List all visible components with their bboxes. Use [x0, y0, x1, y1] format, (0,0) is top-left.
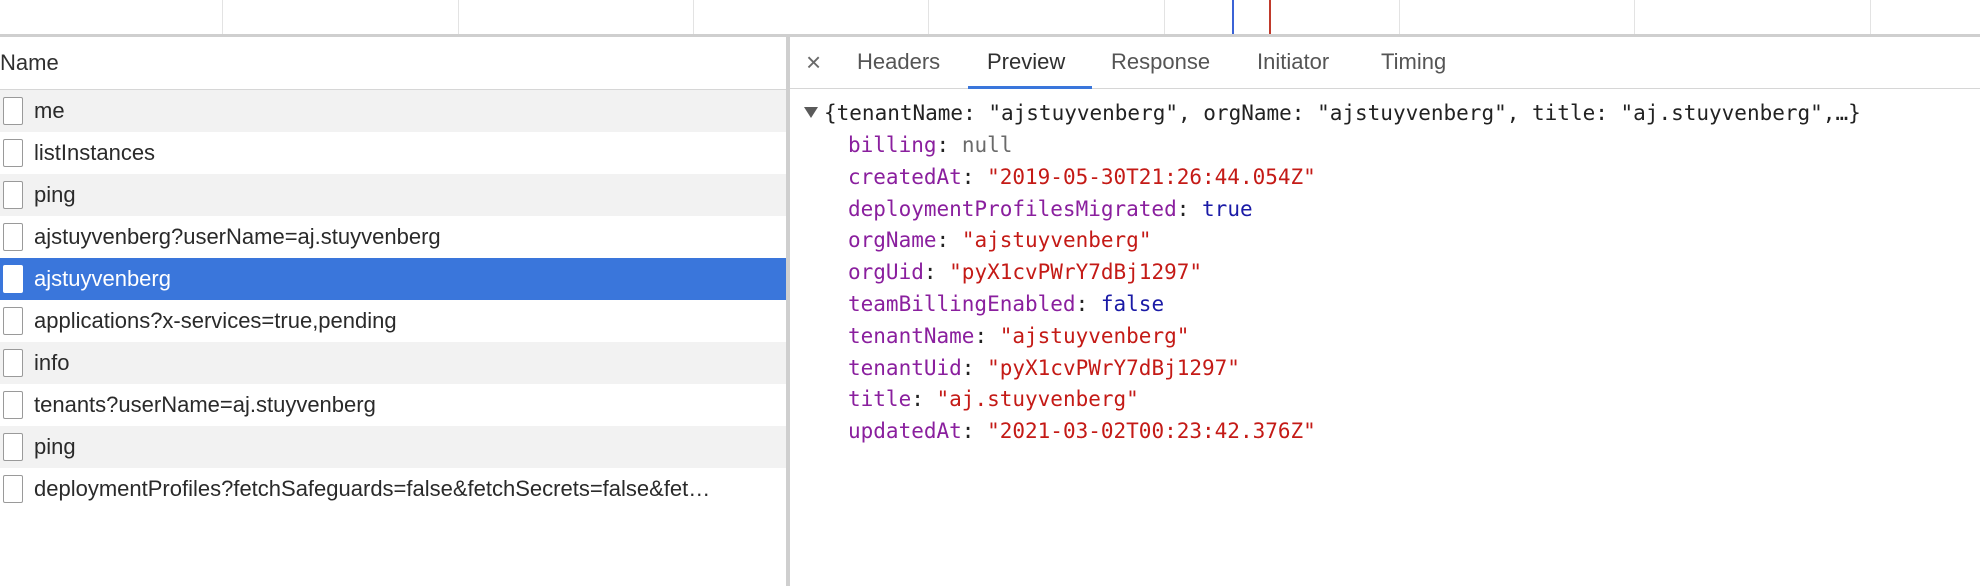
tab-preview[interactable]: Preview: [987, 49, 1065, 75]
timeline-gridline: [222, 0, 223, 34]
json-value: null: [961, 133, 1013, 157]
name-column-header[interactable]: Name: [0, 37, 786, 90]
json-key: createdAt: [848, 164, 962, 189]
json-key: tenantName: [848, 323, 975, 348]
json-property[interactable]: tenantName: "ajstuyvenberg": [848, 322, 1189, 350]
request-row[interactable]: ping: [0, 426, 786, 468]
timeline-gridline: [458, 0, 459, 34]
request-detail-pane: × Headers Preview Response Initiator Tim…: [790, 37, 1980, 586]
json-colon: :: [911, 387, 937, 412]
request-rows: me listInstances ping ajstuyvenberg?userNam…: [0, 90, 786, 510]
request-row[interactable]: deploymentProfiles?fetchSafeguards=false…: [0, 468, 786, 510]
tab-response[interactable]: Response: [1111, 49, 1210, 75]
json-colon: :: [936, 228, 962, 253]
json-key: updatedAt: [848, 419, 962, 444]
json-property[interactable]: deploymentProfilesMigrated: true: [848, 195, 1253, 223]
json-colon: :: [1176, 196, 1203, 221]
request-name: listInstances: [34, 140, 156, 165]
json-value: "2021-03-02T00:23:42.376Z": [987, 419, 1316, 444]
request-name: ping: [34, 182, 76, 207]
request-row[interactable]: applications?x-services=true,pending: [0, 300, 786, 342]
caret-down-icon[interactable]: [804, 106, 818, 118]
request-name: ping: [34, 434, 76, 459]
active-tab-indicator: [968, 86, 1092, 89]
json-key: tenantUid: [848, 355, 962, 380]
json-property[interactable]: orgName: "ajstuyvenberg": [848, 226, 1151, 254]
json-colon: :: [936, 133, 962, 157]
json-value: false: [1100, 292, 1165, 316]
load-event-marker: [1269, 0, 1271, 34]
request-row[interactable]: me: [0, 90, 786, 132]
request-name: deploymentProfiles?fetchSafeguards=false…: [34, 476, 711, 501]
document-icon: [3, 223, 23, 251]
timeline-gridline: [1870, 0, 1871, 34]
json-colon: :: [1075, 292, 1101, 316]
json-value: "ajstuyvenberg": [961, 228, 1152, 253]
tab-timing[interactable]: Timing: [1381, 49, 1446, 75]
request-name: tenants?userName=aj.stuyvenberg: [34, 392, 376, 417]
request-name: me: [34, 98, 65, 123]
document-icon: [3, 265, 23, 293]
json-key: deploymentProfilesMigrated: [848, 196, 1177, 221]
timeline-gridline: [1164, 0, 1165, 34]
json-key: billing: [848, 133, 937, 157]
document-icon: [3, 391, 23, 419]
request-row[interactable]: tenants?userName=aj.stuyvenberg: [0, 384, 786, 426]
json-value: "pyX1cvPWrY7dBj1297": [949, 260, 1203, 285]
json-key: teamBillingEnabled: [848, 292, 1076, 316]
json-colon: :: [961, 419, 988, 444]
request-row[interactable]: listInstances: [0, 132, 786, 174]
json-property[interactable]: tenantUid: "pyX1cvPWrY7dBj1297": [848, 354, 1240, 382]
timeline-gridline: [928, 0, 929, 34]
json-property[interactable]: billing: null: [848, 131, 1012, 159]
tab-headers[interactable]: Headers: [857, 49, 940, 75]
json-colon: :: [961, 355, 988, 380]
request-name: info: [34, 350, 70, 375]
json-colon: :: [923, 260, 950, 285]
json-property[interactable]: title: "aj.stuyvenberg": [848, 385, 1139, 413]
json-value: "2019-05-30T21:26:44.054Z": [987, 164, 1316, 189]
document-icon: [3, 349, 23, 377]
timeline-gridline: [1634, 0, 1635, 34]
json-colon: :: [961, 164, 988, 189]
request-name: ajstuyvenberg?userName=aj.stuyvenberg: [34, 224, 441, 249]
json-summary-text: {tenantName: "ajstuyvenberg", orgName: "…: [824, 101, 1861, 125]
devtools-network-panel: Name me listInstances ping ajstuyvenberg?us…: [0, 0, 1980, 586]
close-icon[interactable]: ×: [806, 47, 821, 77]
request-list: Name me listInstances ping ajstuyvenberg?us…: [0, 37, 786, 586]
json-value: "aj.stuyvenberg": [936, 387, 1139, 412]
timeline-gridline: [693, 0, 694, 34]
request-name: applications?x-services=true,pending: [34, 308, 397, 333]
json-key: title: [848, 387, 912, 412]
json-key: orgName: [848, 228, 937, 253]
name-column-header-label: Name: [0, 50, 59, 75]
request-row[interactable]: ping: [0, 174, 786, 216]
json-property[interactable]: updatedAt: "2021-03-02T00:23:42.376Z": [848, 417, 1316, 445]
json-key: orgUid: [848, 260, 924, 285]
json-property[interactable]: teamBillingEnabled: false: [848, 290, 1164, 318]
timeline-gridline: [1399, 0, 1400, 34]
dom-content-loaded-marker: [1232, 0, 1234, 34]
document-icon: [3, 475, 23, 503]
document-icon: [3, 97, 23, 125]
request-name: ajstuyvenberg: [34, 266, 171, 291]
json-root-summary[interactable]: {tenantName: "ajstuyvenberg", orgName: "…: [804, 99, 1861, 127]
document-icon: [3, 433, 23, 461]
json-value: true: [1202, 196, 1253, 221]
json-property[interactable]: createdAt: "2019-05-30T21:26:44.054Z": [848, 163, 1316, 191]
json-value: "ajstuyvenberg": [999, 323, 1190, 348]
json-property[interactable]: orgUid: "pyX1cvPWrY7dBj1297": [848, 258, 1202, 286]
json-value: "pyX1cvPWrY7dBj1297": [987, 355, 1240, 380]
document-icon: [3, 139, 23, 167]
detail-tabbar: × Headers Preview Response Initiator Tim…: [790, 37, 1980, 89]
network-timeline-overview[interactable]: [0, 0, 1980, 37]
document-icon: [3, 181, 23, 209]
request-row[interactable]: ajstuyvenberg: [0, 258, 786, 300]
request-row[interactable]: ajstuyvenberg?userName=aj.stuyvenberg: [0, 216, 786, 258]
request-row[interactable]: info: [0, 342, 786, 384]
document-icon: [3, 307, 23, 335]
tab-initiator[interactable]: Initiator: [1257, 49, 1329, 75]
json-colon: :: [974, 323, 1000, 348]
